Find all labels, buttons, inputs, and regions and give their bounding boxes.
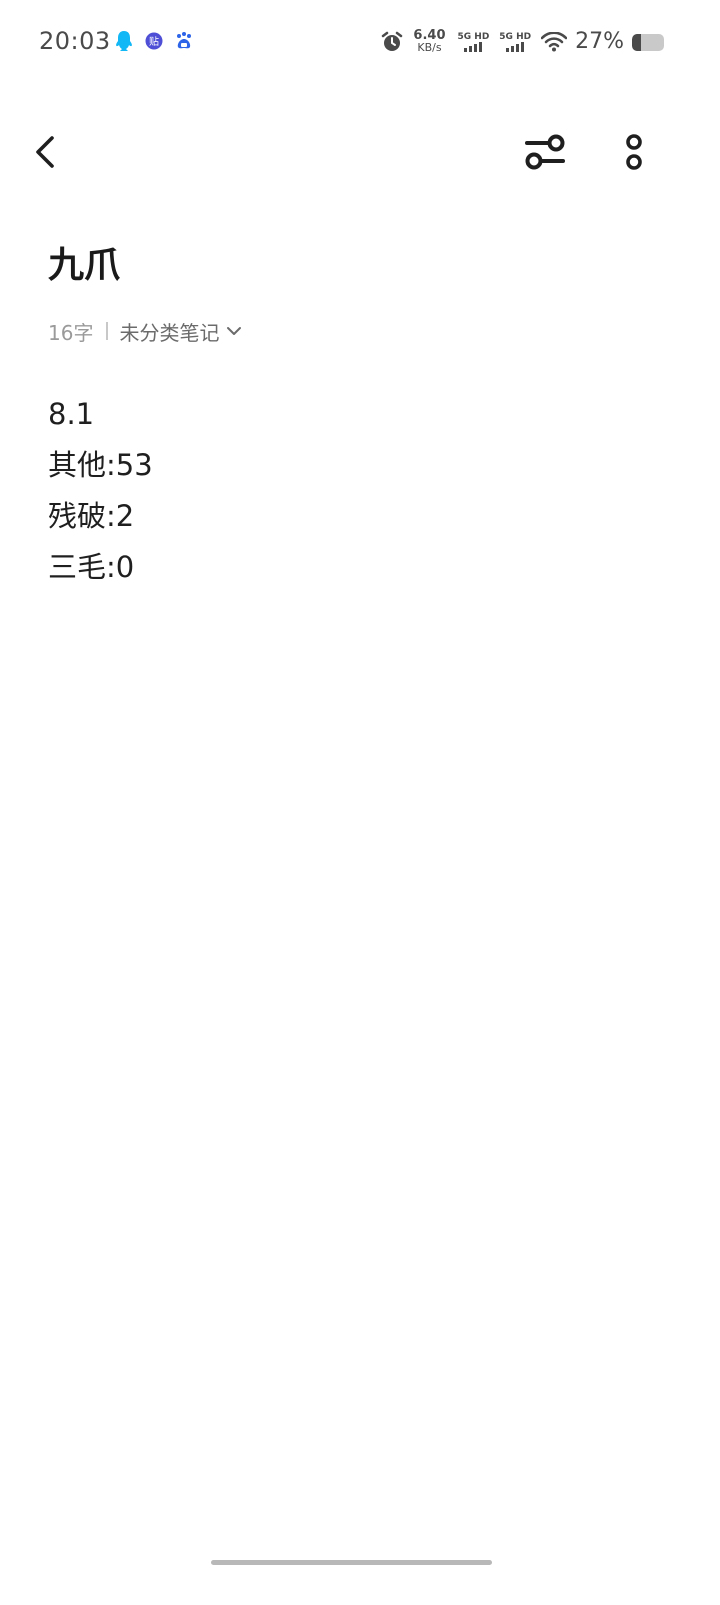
sliders-icon: [525, 134, 565, 170]
wifi-icon: [541, 32, 568, 52]
note-toolbar: [0, 110, 720, 194]
back-button[interactable]: [32, 130, 88, 174]
svg-text:贴: 贴: [149, 35, 159, 48]
notification-icons: 贴: [114, 30, 194, 52]
note-line[interactable]: 其他:53: [48, 440, 672, 491]
chevron-left-icon: [36, 136, 54, 168]
sim2-label: 5G HD: [499, 32, 532, 42]
sim2-signal-bars-icon: [506, 42, 525, 52]
baidu-icon: [174, 30, 194, 52]
more-options-button[interactable]: [612, 128, 656, 176]
note-body-editor[interactable]: 8.1 其他:53 残破:2 三毛:0: [48, 389, 672, 593]
filter-button[interactable]: [518, 128, 572, 176]
battery-percent: 27%: [575, 29, 624, 54]
note-line[interactable]: 三毛:0: [48, 542, 672, 593]
sim1-signal-bars-icon: [464, 42, 483, 52]
status-indicators: 6.40 KB/s 5G HD 5G HD 27%: [381, 27, 664, 57]
chevron-down-icon: [226, 325, 242, 337]
sim1-label: 5G HD: [457, 32, 490, 42]
alarm-icon: [381, 31, 403, 53]
note-meta: 16字 未分类笔记: [48, 316, 242, 346]
category-label: 未分类笔记: [119, 320, 220, 345]
more-vertical-icon: [626, 134, 642, 170]
battery-level-fill: [632, 33, 641, 51]
sim2-signal: 5G HD: [499, 32, 531, 52]
meta-divider: [106, 322, 109, 340]
net-speed-unit: KB/s: [417, 41, 442, 54]
note-line[interactable]: 残破:2: [48, 491, 672, 542]
note-line[interactable]: 8.1: [48, 389, 672, 440]
home-gesture-bar[interactable]: [211, 1560, 492, 1565]
status-time: 20:03: [39, 27, 111, 55]
category-dropdown[interactable]: 未分类笔记: [119, 317, 242, 346]
note-title[interactable]: 九爪: [48, 242, 120, 290]
net-speed: 6.40 KB/s: [413, 29, 445, 54]
sim1-signal: 5G HD: [457, 32, 490, 52]
qq-icon: [114, 30, 134, 52]
battery-icon: [632, 33, 664, 51]
tieba-icon: 贴: [144, 30, 164, 52]
word-count: 16字: [48, 320, 94, 345]
status-bar: 20:03 贴 6.40 KB/s 5G HD 5G HD 27%: [0, 0, 720, 84]
